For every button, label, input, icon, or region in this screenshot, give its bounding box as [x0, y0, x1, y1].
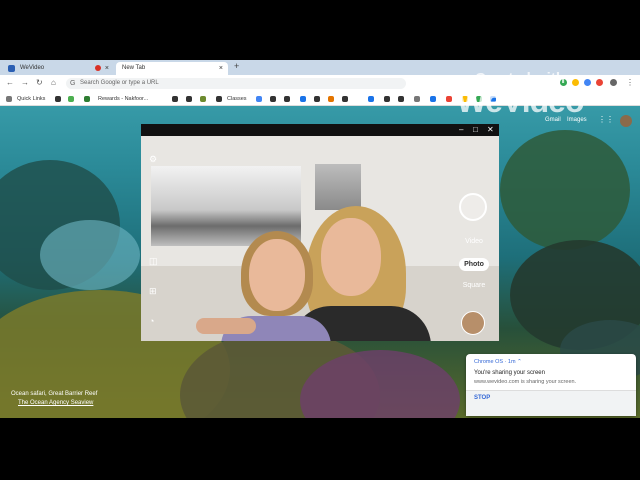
bookmark-icon[interactable]: [328, 96, 334, 102]
mode-photo[interactable]: Photo: [459, 258, 489, 271]
bookmark-icon[interactable]: [68, 96, 74, 102]
bookmark-icon[interactable]: [284, 96, 290, 102]
google-icon: G: [70, 80, 76, 87]
reload-icon[interactable]: ↻: [36, 78, 43, 87]
address-bar[interactable]: G Search Google or type a URL: [66, 78, 406, 89]
tab-label: WeVideo: [20, 65, 45, 71]
screen-share-notification: Chrome OS · 1m ⌃ You're sharing your scr…: [466, 354, 636, 416]
back-icon[interactable]: ←: [6, 78, 14, 87]
close-button[interactable]: ✕: [487, 124, 494, 136]
person-face: [321, 218, 381, 296]
bookmark-rewards[interactable]: Rewards - Nakfoor...: [98, 94, 148, 104]
reef-coral: [500, 130, 630, 250]
wevideo-icon: [8, 65, 15, 72]
maximize-button[interactable]: □: [473, 124, 478, 136]
person-arm: [196, 318, 256, 334]
camera-window: – □ ✕ ⚙ ◫ ⊞ ◔ Video Photo Square: [141, 124, 499, 341]
address-placeholder: Search Google or type a URL: [80, 80, 159, 86]
camera-preview: ⚙ ◫ ⊞ ◔ Video Photo Square: [141, 136, 499, 341]
camera-titlebar: – □ ✕: [141, 124, 499, 136]
close-tab-icon[interactable]: ×: [219, 62, 223, 75]
wevideo-watermark: Created with WeVideo: [400, 70, 640, 120]
grid-icon[interactable]: ⊞: [149, 286, 157, 297]
notification-header: Chrome OS · 1m ⌃: [474, 359, 522, 365]
new-tab-button[interactable]: +: [234, 61, 239, 71]
bookmark-icon[interactable]: [342, 96, 348, 102]
apps-grid-icon[interactable]: ⋮⋮: [598, 115, 614, 124]
mode-square[interactable]: Square: [459, 282, 489, 289]
minimize-button[interactable]: –: [459, 124, 463, 136]
bookmark-icon[interactable]: [256, 96, 262, 102]
account-avatar[interactable]: [620, 115, 632, 127]
bookmark-icon[interactable]: [200, 96, 206, 102]
timer-icon[interactable]: ◔: [149, 316, 154, 326]
background-title[interactable]: Ocean safari, Great Barrier Reef: [11, 391, 97, 397]
notification-title: You're sharing your screen: [474, 370, 545, 376]
mode-video[interactable]: Video: [459, 238, 489, 245]
gmail-link[interactable]: Gmail: [545, 117, 561, 123]
recording-icon: [95, 65, 101, 71]
reef-coral: [40, 220, 140, 290]
close-tab-icon[interactable]: ×: [105, 62, 109, 75]
forward-icon[interactable]: →: [21, 78, 29, 87]
bookmark-quick-links[interactable]: Quick Links: [17, 94, 45, 104]
tab-new-tab[interactable]: New Tab ×: [116, 62, 228, 75]
images-link[interactable]: Images: [567, 117, 587, 123]
mirror-icon[interactable]: ◫: [149, 256, 158, 267]
tab-label: New Tab: [122, 65, 146, 71]
bookmark-icon[interactable]: [314, 96, 320, 102]
settings-icon[interactable]: ⚙: [149, 154, 157, 165]
bookmark-icon[interactable]: [55, 96, 61, 102]
person-face: [249, 239, 305, 311]
gallery-thumbnail[interactable]: [461, 311, 485, 335]
screen: WeVideo × New Tab × + ← → ↻ ⌂ G Search G…: [0, 60, 640, 418]
wall-painting: [315, 164, 361, 210]
bookmark-icon[interactable]: [172, 96, 178, 102]
home-icon[interactable]: ⌂: [51, 78, 56, 87]
bookmark-classes[interactable]: Classes: [227, 94, 247, 104]
background-credit[interactable]: The Ocean Agency Seaview: [18, 400, 93, 406]
shutter-button[interactable]: [459, 193, 487, 221]
bookmark-icon[interactable]: [186, 96, 192, 102]
bookmark-icon[interactable]: [84, 96, 90, 102]
bookmark-icon[interactable]: [300, 96, 306, 102]
bookmark-icon[interactable]: [216, 96, 222, 102]
notification-actions: [466, 390, 636, 416]
bookmark-icon[interactable]: [270, 96, 276, 102]
bookmark-icon[interactable]: [384, 96, 390, 102]
apps-icon[interactable]: [6, 96, 12, 102]
tab-wevideo[interactable]: WeVideo ×: [2, 62, 114, 75]
stop-sharing-button[interactable]: STOP: [474, 395, 490, 401]
bookmark-icon[interactable]: [368, 96, 374, 102]
notification-body: www.wevideo.com is sharing your screen.: [474, 379, 577, 385]
